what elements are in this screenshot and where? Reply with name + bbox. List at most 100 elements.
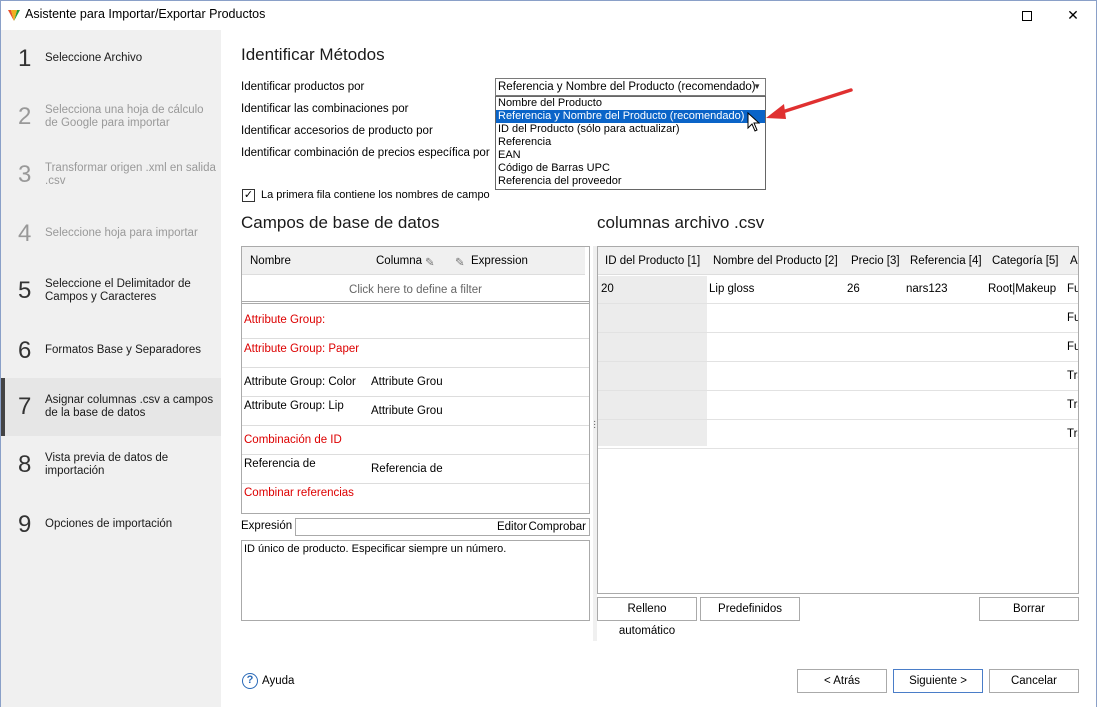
field-name: Attribute Group: Color (244, 376, 356, 388)
close-button[interactable]: ✕ (1050, 1, 1096, 30)
column-header-name[interactable]: Nombre (250, 255, 291, 267)
back-button[interactable]: < Atrás (797, 669, 887, 693)
table-row[interactable]: Tra (598, 362, 1078, 391)
csv-cell: Lip gloss (709, 283, 755, 295)
csv-cell: Tra (1067, 428, 1078, 440)
table-row[interactable]: Referencia de Referencia de (242, 455, 589, 484)
table-row[interactable]: Attribute Group: Paper (242, 339, 589, 368)
step-label: Opciones de importación (45, 518, 173, 530)
identify-combinations-label: Identificar las combinaciones por (241, 103, 409, 115)
dropdown-option[interactable]: Referencia del proveedor (496, 175, 765, 188)
step-7[interactable]: 7 Asignar columnas .csv a campos de la b… (1, 378, 221, 436)
step-number: 6 (18, 337, 32, 364)
step-2: 2 Selecciona una hoja de cálculo de Goog… (1, 100, 221, 134)
step-number: 4 (18, 220, 32, 247)
step-number: 7 (18, 393, 32, 420)
identify-accessories-label: Identificar accesorios de producto por (241, 125, 433, 137)
step-1[interactable]: 1 Seleccione Archivo (1, 42, 221, 74)
table-row[interactable]: 20 Lip gloss 26 nars123 Root|Makeup Fu (598, 275, 1078, 304)
field-name: Attribute Group: Lip (244, 400, 344, 412)
step-label: Seleccione Archivo (45, 52, 143, 64)
field-name: Combinación de ID (244, 434, 342, 446)
table-row[interactable]: Combinar referencias (242, 484, 589, 513)
wizard-steps-sidebar: 1 Seleccione Archivo 2 Selecciona una ho… (1, 30, 221, 707)
step-9[interactable]: 9 Opciones de importación (1, 508, 221, 542)
csv-cell: Tra (1067, 399, 1078, 411)
dropdown-option[interactable]: ID del Producto (sólo para actualizar) (496, 123, 765, 136)
predefined-button[interactable]: Predefinidos (700, 597, 800, 621)
autofill-button[interactable]: Relleno automático (597, 597, 697, 637)
csv-cell: Fu (1067, 283, 1078, 295)
table-row[interactable]: Attribute Group: Lip Attribute Grou (242, 397, 589, 426)
dropdown-option-selected[interactable]: Referencia y Nombre del Producto (recome… (496, 110, 765, 123)
step-label: Vista previa de datos de importación (45, 452, 169, 477)
csv-column-header[interactable]: Categoría [5] (992, 255, 1058, 267)
csv-column-header[interactable]: ID del Producto [1] (605, 255, 700, 267)
table-row[interactable]: Attribute Group: Color Attribute Grou (242, 368, 589, 397)
cancel-button[interactable]: Cancelar (989, 669, 1079, 693)
step-label: Formatos Base y Separadores (45, 344, 201, 356)
column-header-column[interactable]: Columna (376, 255, 422, 267)
splitter-grip-icon: · · · (593, 416, 597, 433)
field-column: Referencia de (371, 463, 443, 475)
csv-cell: Tra (1067, 370, 1078, 382)
dropdown-option[interactable]: Código de Barras UPC (496, 162, 765, 175)
step-number: 2 (18, 103, 32, 130)
identify-price-combination-label: Identificar combinación de precios espec… (241, 147, 490, 159)
csv-column-header[interactable]: Precio [3] (851, 255, 900, 267)
dropdown-option[interactable]: Referencia (496, 136, 765, 149)
step-6[interactable]: 6 Formatos Base y Separadores (1, 334, 221, 368)
table-row[interactable]: Attribute Group: (242, 310, 589, 339)
csv-header: ID del Producto [1] Nombre del Producto … (598, 247, 1078, 275)
annotation-arrow-icon (766, 88, 853, 119)
csv-cell: Fu (1067, 312, 1078, 324)
table-row[interactable]: Fu (598, 304, 1078, 333)
step-number: 3 (18, 161, 32, 188)
db-fields-grid: Nombre Columna ✎ ✎ Expression Click here… (241, 246, 590, 514)
next-button[interactable]: Siguiente > (893, 669, 983, 693)
window-title: Asistente para Importar/Exportar Product… (25, 7, 266, 21)
csv-column-header[interactable]: Nombre del Producto [2] (713, 255, 838, 267)
csv-column-header[interactable]: Referencia [4] (910, 255, 982, 267)
dropdown-option[interactable]: Nombre del Producto (496, 97, 765, 110)
csv-columns-grid: ID del Producto [1] Nombre del Producto … (597, 246, 1079, 594)
table-row[interactable]: Tra (598, 420, 1078, 449)
step-4: 4 Seleccione hoja para importar (1, 217, 221, 251)
title-bar: Asistente para Importar/Exportar Product… (1, 1, 1096, 30)
step-label: Transformar origen .xml en salida .csv (45, 162, 216, 187)
help-icon[interactable]: ? (242, 673, 258, 689)
step-number: 8 (18, 451, 32, 478)
expression-row: Expresión Editor Comprobar (241, 518, 590, 536)
expression-input[interactable]: Editor Comprobar (295, 518, 590, 536)
test-button[interactable]: Comprobar (528, 521, 586, 533)
step-3: 3 Transformar origen .xml en salida .csv (1, 158, 221, 192)
editor-button[interactable]: Editor (497, 521, 527, 533)
help-link[interactable]: Ayuda (262, 675, 294, 687)
pencil-icon: ✎ (455, 257, 465, 269)
table-row[interactable]: Combinación de ID (242, 426, 589, 455)
clear-button[interactable]: Borrar (979, 597, 1079, 621)
db-fields-title: Campos de base de datos (241, 213, 440, 232)
step-5[interactable]: 5 Seleccione el Delimitador de Campos y … (1, 274, 221, 308)
csv-column-header[interactable]: A (1070, 255, 1078, 267)
table-row[interactable]: Tra (598, 391, 1078, 420)
column-header-expression[interactable]: Expression (471, 255, 528, 267)
field-description: ID único de producto. Especificar siempr… (241, 540, 590, 621)
field-column: Attribute Grou (371, 405, 443, 417)
expression-label: Expresión (241, 520, 293, 532)
field-name: Attribute Group: Paper (244, 343, 360, 355)
step-label: Seleccione el Delimitador de Campos y Ca… (45, 278, 191, 303)
csv-cell: nars123 (906, 283, 948, 295)
methods-title: Identificar Métodos (241, 45, 385, 64)
step-8[interactable]: 8 Vista previa de datos de importación (1, 448, 221, 482)
filter-row[interactable]: Click here to define a filter (242, 276, 589, 304)
maximize-button[interactable] (1004, 1, 1050, 30)
step-label: Seleccione hoja para importar (45, 227, 198, 239)
table-row[interactable]: Fu (598, 333, 1078, 362)
first-row-header-checkbox[interactable]: ✓ (242, 189, 255, 202)
dropdown-option[interactable]: EAN (496, 149, 765, 162)
identify-products-select[interactable]: Referencia y Nombre del Producto (recome… (495, 78, 766, 96)
csv-columns-title: columnas archivo .csv (597, 213, 765, 232)
field-name: Combinar referencias (244, 487, 354, 499)
identify-products-label: Identificar productos por (241, 81, 365, 93)
